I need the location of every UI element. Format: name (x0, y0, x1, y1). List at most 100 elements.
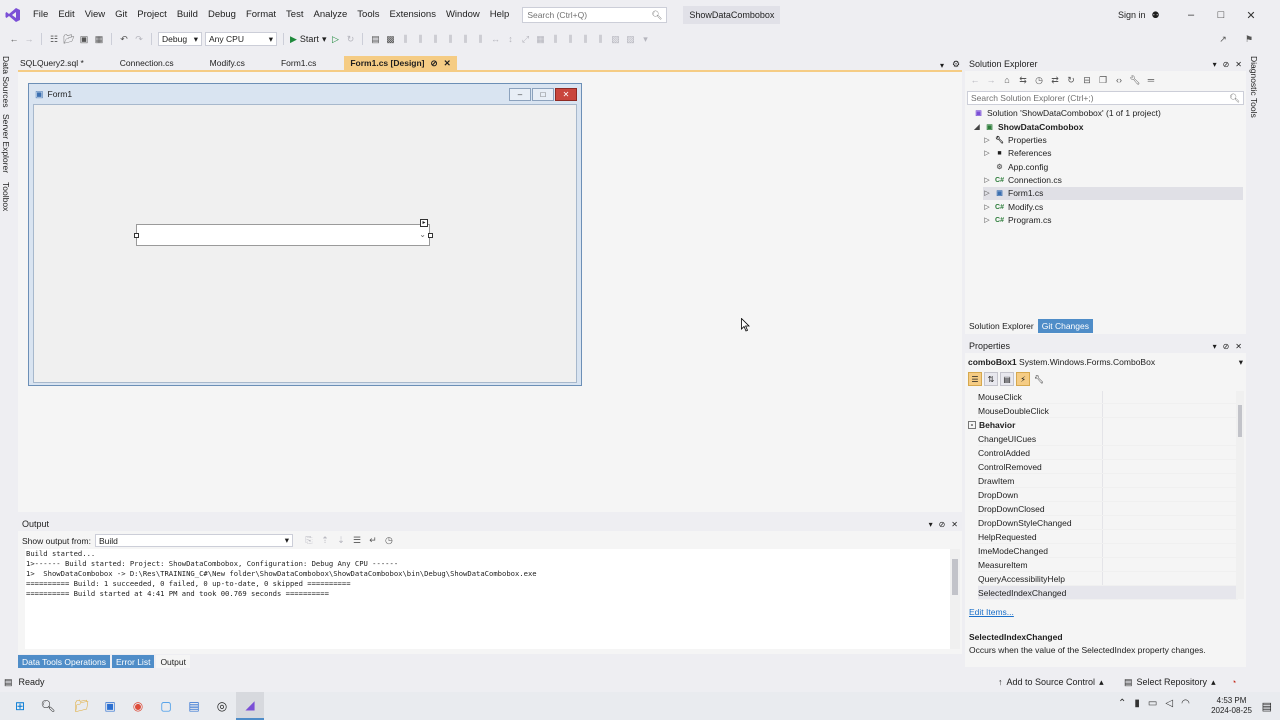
tab-sqlquery2[interactable]: SQLQuery2.sql * (14, 56, 90, 70)
align-middles-icon[interactable]: ⫼ (459, 33, 471, 45)
solution-explorer-search-input[interactable]: Search Solution Explorer (Ctrl+;) 🔍︎ (967, 91, 1244, 105)
event-row[interactable]: ImeModeChanged (978, 544, 1238, 558)
save-all-icon[interactable]: ▦ (93, 33, 105, 45)
menu-analyze[interactable]: Analyze (308, 0, 352, 30)
tree-item-program-cs[interactable]: ▷ C# Program.cs (983, 214, 1051, 227)
make-same-height-icon[interactable]: ↕ (504, 33, 516, 45)
app-icon[interactable]: ▤ (180, 692, 208, 720)
event-row[interactable]: DropDown (978, 488, 1238, 502)
object-selector[interactable]: comboBox1 System.Windows.Forms.ComboBox … (968, 357, 1243, 368)
windows-start-icon[interactable]: ⊞ (6, 692, 34, 720)
save-icon[interactable]: ▣ (78, 33, 90, 45)
refresh-icon[interactable]: ↻ (1065, 74, 1077, 86)
tab-modify-cs[interactable]: Modify.cs (204, 56, 251, 70)
event-row-mousedoubleclick[interactable]: MouseDoubleClick (978, 404, 1238, 418)
event-row[interactable]: QueryAccessibilityHelp (978, 572, 1238, 586)
tab-git-changes[interactable]: Git Changes (1037, 319, 1093, 333)
form-maximize-button[interactable]: □ (532, 88, 554, 101)
tree-item-references[interactable]: ▷ ■ References (983, 147, 1051, 160)
event-row-mouseclick[interactable]: MouseClick (978, 390, 1238, 404)
volume-icon[interactable]: ◁ (1165, 698, 1173, 709)
previous-message-icon[interactable]: ⇡ (319, 535, 331, 547)
tab-error-list[interactable]: Error List (111, 655, 155, 668)
search-icon[interactable]: 🔍︎ (34, 692, 62, 720)
event-row[interactable]: DropDownStyleChanged (978, 516, 1238, 530)
event-row[interactable]: ControlRemoved (978, 460, 1238, 474)
align-lefts-icon[interactable]: ⫼ (399, 33, 411, 45)
alphabetical-icon[interactable]: ⇅ (984, 372, 998, 386)
properties-scrollbar[interactable] (1236, 391, 1244, 599)
menu-help[interactable]: Help (485, 0, 515, 30)
hot-reload-icon[interactable]: ↻ (344, 33, 356, 45)
tab-form1-cs[interactable]: Form1.cs (275, 56, 322, 70)
menu-view[interactable]: View (80, 0, 110, 30)
tree-project-node[interactable]: ◢ ▣ ShowDataCombobox (973, 121, 1083, 134)
tab-connection-cs[interactable]: Connection.cs (114, 56, 180, 70)
center-vertically-icon[interactable]: ⫼ (594, 33, 606, 45)
menu-tools[interactable]: Tools (352, 0, 384, 30)
recorder-icon[interactable]: ◎ (208, 692, 236, 720)
collapse-all-icon[interactable]: ⊟ (1081, 74, 1093, 86)
microphone-icon[interactable]: ▮ (1134, 698, 1140, 709)
search-input[interactable]: Search (Ctrl+Q) 🔍︎ (522, 7, 668, 23)
layout-icon[interactable]: ▩ (384, 33, 396, 45)
clear-all-icon[interactable]: ☰ (351, 535, 363, 547)
close-panel-icon[interactable]: ✕ (1235, 60, 1242, 69)
visual-studio-taskbar-icon[interactable]: ◢ (236, 692, 264, 720)
output-text-area[interactable]: Build started... 1>------ Build started: … (25, 549, 950, 649)
collapsed-arrow-icon[interactable]: ▷ (983, 134, 991, 147)
select-repository-button[interactable]: ▤ Select Repository ▴ (1124, 677, 1216, 688)
pin-icon[interactable]: ⊘ (1223, 342, 1230, 351)
new-project-icon[interactable]: ☷ (48, 33, 60, 45)
show-all-files-icon[interactable]: ❐ (1097, 74, 1109, 86)
pin-icon[interactable]: ⊘ (431, 56, 438, 70)
navigate-back-icon[interactable]: ← (8, 33, 20, 45)
settings-gear-icon[interactable]: ⚙ (952, 59, 960, 70)
output-scrollbar[interactable] (950, 549, 960, 649)
home-icon[interactable]: ⌂ (1001, 74, 1013, 86)
pin-icon[interactable]: ⊘ (939, 520, 946, 529)
feedback-icon[interactable]: ⚑ (1243, 33, 1255, 45)
browse-icon[interactable]: ▤ (369, 33, 381, 45)
menu-debug[interactable]: Debug (203, 0, 241, 30)
server-explorer-tab[interactable]: Server Explorer (1, 114, 11, 173)
live-share-icon[interactable]: ↗ (1217, 33, 1229, 45)
scrollbar-thumb[interactable] (952, 559, 958, 595)
event-row[interactable]: MeasureItem (978, 558, 1238, 572)
resize-handle-right[interactable] (428, 233, 433, 238)
make-same-size-icon[interactable]: ⤢ (519, 33, 531, 45)
event-row[interactable]: ControlAdded (978, 446, 1238, 460)
chrome-icon[interactable]: ◉ (124, 692, 152, 720)
toolbar-overflow-icon[interactable]: ▾ (639, 33, 651, 45)
sync-icon[interactable]: ⇄ (1049, 74, 1061, 86)
align-rights-icon[interactable]: ⫼ (429, 33, 441, 45)
event-row-selectedindexchanged[interactable]: SelectedIndexChanged (978, 586, 1238, 600)
tree-item-form1-cs[interactable]: ▷ ▣ Form1.cs (983, 187, 1243, 200)
tab-list-dropdown-icon[interactable]: ▾ (940, 61, 944, 70)
event-row[interactable]: ChangeUICues (978, 432, 1238, 446)
tab-solution-explorer[interactable]: Solution Explorer (965, 319, 1038, 333)
data-sources-tab[interactable]: Data Sources (1, 56, 11, 108)
collapsed-arrow-icon[interactable]: ▷ (983, 174, 991, 187)
categorized-icon[interactable]: ☰ (968, 372, 982, 386)
undo-icon[interactable]: ↶ (118, 33, 130, 45)
make-same-width-icon[interactable]: ↔ (489, 33, 501, 45)
combobox1-control[interactable]: ⌄ (136, 224, 430, 246)
align-bottoms-icon[interactable]: ⫼ (474, 33, 486, 45)
chevron-down-icon[interactable]: ▾ (929, 520, 933, 529)
smart-tag-icon[interactable]: ▸ (420, 219, 428, 227)
bring-to-front-icon[interactable]: ▧ (609, 33, 621, 45)
add-to-source-control-button[interactable]: ↑ Add to Source Control ▴ (998, 677, 1104, 688)
collapsed-arrow-icon[interactable]: ▷ (983, 147, 991, 160)
toolbox-tab[interactable]: Toolbox (1, 182, 11, 211)
close-tab-icon[interactable]: ✕ (444, 56, 451, 70)
tree-item-modify-cs[interactable]: ▷ C# Modify.cs (983, 201, 1043, 214)
back-icon[interactable]: ← (969, 74, 981, 86)
pin-icon[interactable]: ⊘ (1223, 60, 1230, 69)
property-pages-wrench-icon[interactable]: 🔧︎ (1032, 372, 1046, 386)
maximize-button[interactable]: □ (1206, 0, 1236, 30)
event-row[interactable]: DropDownClosed (978, 502, 1238, 516)
category-behavior[interactable]: - Behavior (968, 418, 1015, 432)
resize-handle-left[interactable] (134, 233, 139, 238)
open-file-icon[interactable]: 📂︎ (63, 33, 75, 45)
